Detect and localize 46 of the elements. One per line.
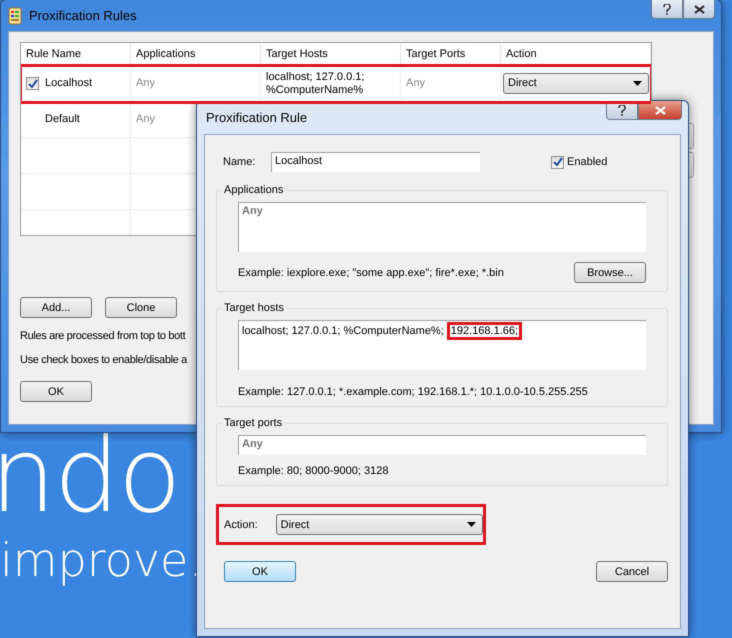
enabled-label: Enabled [567, 156, 608, 168]
wallpaper-text: ndo [0, 420, 181, 530]
rule-name: Localhost [45, 77, 92, 90]
help-text: Rules are processed from top to bott [20, 330, 186, 342]
example-text: Example: 80; 8000-9000; 3128 [238, 465, 388, 477]
group-title: Applications [223, 184, 284, 196]
group-title: Target ports [223, 417, 284, 429]
close-button[interactable] [638, 101, 682, 120]
action-dropdown[interactable]: Direct [276, 514, 483, 535]
action-label: Action: [224, 518, 258, 530]
table-cell: Any [401, 66, 501, 102]
help-icon [663, 4, 671, 14]
help-text: Use check boxes to enable/disable a [20, 354, 187, 366]
dropdown-caret-icon [633, 81, 642, 86]
table-cell: localhost; 127.0.0.1; %ComputerName% [261, 66, 401, 102]
help-button[interactable] [651, 0, 683, 19]
browse-button[interactable]: Browse... [574, 262, 646, 283]
help-icon [618, 104, 626, 116]
ok-button[interactable]: OK [20, 381, 92, 402]
target-hosts-field[interactable]: localhost; 127.0.0.1; %ComputerName%; 192.168.1.66; [238, 320, 646, 370]
close-icon [654, 106, 666, 114]
rule-name: Default [45, 113, 80, 126]
table-cell: Any [131, 66, 261, 102]
window-title: Proxification Rules [29, 8, 137, 23]
name-field[interactable]: Localhost [271, 152, 480, 172]
scroll-icon [7, 6, 23, 24]
checkbox[interactable] [551, 156, 564, 168]
ok-button[interactable]: OK [224, 561, 296, 582]
table-action-button[interactable]: Clone [105, 297, 177, 318]
close-button[interactable] [683, 0, 715, 19]
wallpaper-text: improve. [0, 532, 203, 589]
highlighted-row[interactable]: Localhost Any localhost; 127.0.0.1; %ComputerName% Any Direct [21, 66, 651, 102]
check-icon [28, 78, 38, 88]
applications-field[interactable]: Any [238, 202, 646, 252]
action-dropdown[interactable]: Direct [503, 73, 649, 94]
close-icon [694, 4, 704, 14]
table-action-button[interactable]: Add... [20, 297, 92, 318]
cancel-button[interactable]: Cancel [596, 561, 668, 582]
check-icon [552, 157, 562, 167]
dropdown-caret-icon [467, 522, 476, 527]
example-text: Example: 127.0.0.1; *.example.com; 192.168.1.*; 10.1.0.0-10.5.255.255 [238, 386, 588, 398]
checkbox[interactable] [26, 77, 39, 90]
target-ports-field[interactable]: Any [238, 435, 646, 455]
name-label: Name: [223, 156, 256, 168]
group-title: Target hosts [223, 302, 285, 314]
example-text: Example: iexplore.exe; "some app.exe"; fire*.exe; *.bin [238, 266, 504, 278]
